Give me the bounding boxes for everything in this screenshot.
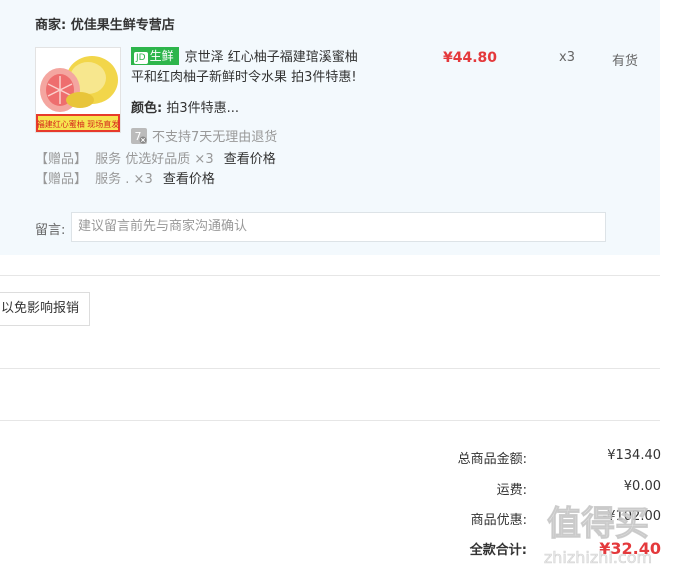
product-title-line1[interactable]: 京世泽 红心柚子福建琯溪蜜柚 [185, 50, 358, 65]
view-price-link[interactable]: 查看价格 [163, 172, 215, 187]
gift-row: 【赠品】 服务 优选好品质 ×3 查看价格 [35, 148, 276, 167]
divider [0, 420, 660, 421]
discount-label: 商品优惠: [470, 513, 527, 528]
product-title-line2[interactable]: 平和红肉柚子新鲜时令水果 拍3件特惠! [131, 70, 357, 85]
site-watermark: 值得买 zhizhizhi.com [523, 499, 673, 569]
note-label: 留言: [35, 223, 66, 238]
shipping-label: 运费: [496, 483, 527, 498]
color-label: 颜色: [131, 101, 163, 116]
product-quantity: x3 [559, 50, 575, 65]
svg-text:zhizhizhi.com: zhizhizhi.com [544, 548, 652, 567]
merchant-row: 商家: 优佳果生鲜专营店 [35, 14, 175, 33]
shipping-value: ¥0.00 [623, 479, 661, 494]
view-price-link[interactable]: 查看价格 [224, 152, 276, 167]
color-row: 颜色: 拍3件特惠... [131, 97, 239, 116]
no-return-icon: 7 [131, 128, 147, 144]
watermark-logo: 值得买 zhizhizhi.com [544, 504, 653, 568]
svg-text:福建红心蜜柚 现场直发: 福建红心蜜柚 现场直发 [37, 119, 120, 129]
product-title[interactable]: JD 生鲜 京世泽 红心柚子福建琯溪蜜柚 平和红肉柚子新鲜时令水果 拍3件特惠! [131, 47, 391, 88]
svg-text:值得买: 值得买 [547, 504, 649, 544]
grand-total-label: 全款合计: [469, 543, 527, 558]
merchant-label: 商家: [35, 18, 67, 33]
color-value: 拍3件特惠... [166, 101, 240, 116]
jd-fresh-icon: JD [134, 52, 148, 64]
pomelo-image: 福建红心蜜柚 现场直发 [36, 48, 120, 132]
no-return-text: 不支持7天无理由退货 [152, 130, 278, 145]
items-total-value: ¥134.40 [607, 448, 661, 463]
product-price: ¥44.80 [443, 50, 498, 66]
merchant-name[interactable]: 优佳果生鲜专营店 [71, 18, 175, 33]
gift-tag: 【赠品】 [35, 172, 88, 187]
gift-text: 服务 优选好品质 ×3 [95, 152, 214, 167]
order-item-panel: 商家: 优佳果生鲜专营店 福建红心蜜柚 现场直发 JD 生鲜 京世泽 红心柚子福建… [0, 0, 660, 255]
product-thumbnail[interactable]: 福建红心蜜柚 现场直发 [35, 47, 121, 133]
no-return-notice: 7 不支持7天无理由退货 [131, 126, 277, 145]
gift-row: 【赠品】 服务 . ×3 查看价格 [35, 168, 215, 187]
gift-tag: 【赠品】 [35, 152, 88, 167]
invoice-tip-button[interactable]: 以免影响报销 [0, 292, 91, 326]
stock-status: 有货 [612, 54, 639, 69]
gift-text: 服务 . ×3 [95, 172, 153, 187]
fresh-tag-label: 生鲜 [149, 49, 174, 63]
divider [0, 368, 660, 369]
fresh-tag: JD 生鲜 [131, 47, 179, 65]
items-total-label: 总商品金额: [457, 452, 527, 467]
divider [0, 275, 660, 276]
note-input[interactable]: 建议留言前先与商家沟通确认 [71, 212, 606, 242]
